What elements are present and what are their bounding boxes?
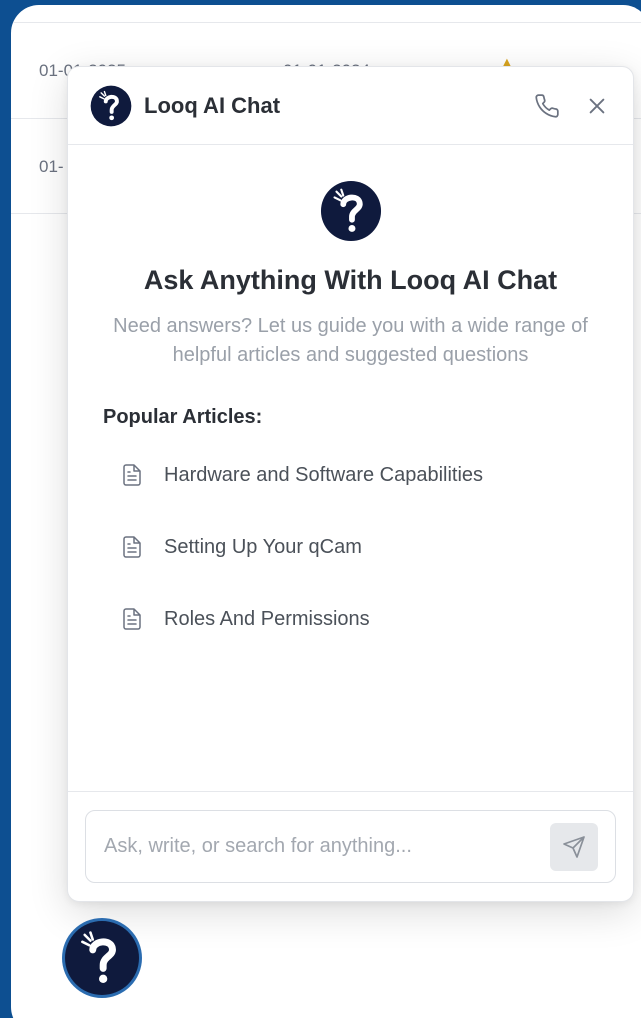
chat-header: Looq AI Chat — [68, 67, 633, 145]
send-button[interactable] — [550, 823, 598, 871]
article-label: Setting Up Your qCam — [164, 535, 362, 558]
article-list: Hardware and Software Capabilities Setti… — [120, 439, 483, 655]
article-label: Roles And Permissions — [164, 607, 370, 630]
question-mark-logo-icon — [320, 180, 382, 242]
question-mark-logo-icon — [90, 85, 132, 126]
chat-footer — [68, 791, 633, 901]
phone-icon — [535, 94, 559, 118]
chat-input[interactable] — [104, 835, 534, 858]
chat-input-box — [85, 810, 616, 883]
header-actions — [533, 67, 611, 145]
call-button[interactable] — [533, 92, 561, 120]
close-icon — [589, 98, 605, 114]
chat-body: Ask Anything With Looq AI Chat Need answ… — [68, 145, 633, 792]
article-link[interactable]: Roles And Permissions — [120, 583, 483, 655]
table-cell-date: 01- — [39, 157, 64, 176]
question-mark-logo-icon — [65, 921, 139, 995]
welcome-subtitle: Need answers? Let us guide you with a wi… — [113, 315, 588, 366]
document-icon — [123, 608, 141, 630]
close-button[interactable] — [583, 92, 611, 120]
article-link[interactable]: Hardware and Software Capabilities — [120, 439, 483, 511]
send-icon — [563, 836, 585, 858]
article-link[interactable]: Setting Up Your qCam — [120, 511, 483, 583]
chat-title: Looq AI Chat — [144, 92, 281, 118]
article-label: Hardware and Software Capabilities — [164, 463, 484, 486]
document-icon — [123, 464, 141, 486]
chat-panel: Looq AI Chat Ask Anything With Looq AI C… — [67, 66, 634, 902]
welcome-title: Ask Anything With Looq AI Chat — [143, 265, 558, 295]
chat-launcher-button[interactable] — [62, 918, 142, 998]
popular-articles-heading: Popular Articles: — [103, 406, 263, 428]
document-icon — [123, 536, 141, 558]
